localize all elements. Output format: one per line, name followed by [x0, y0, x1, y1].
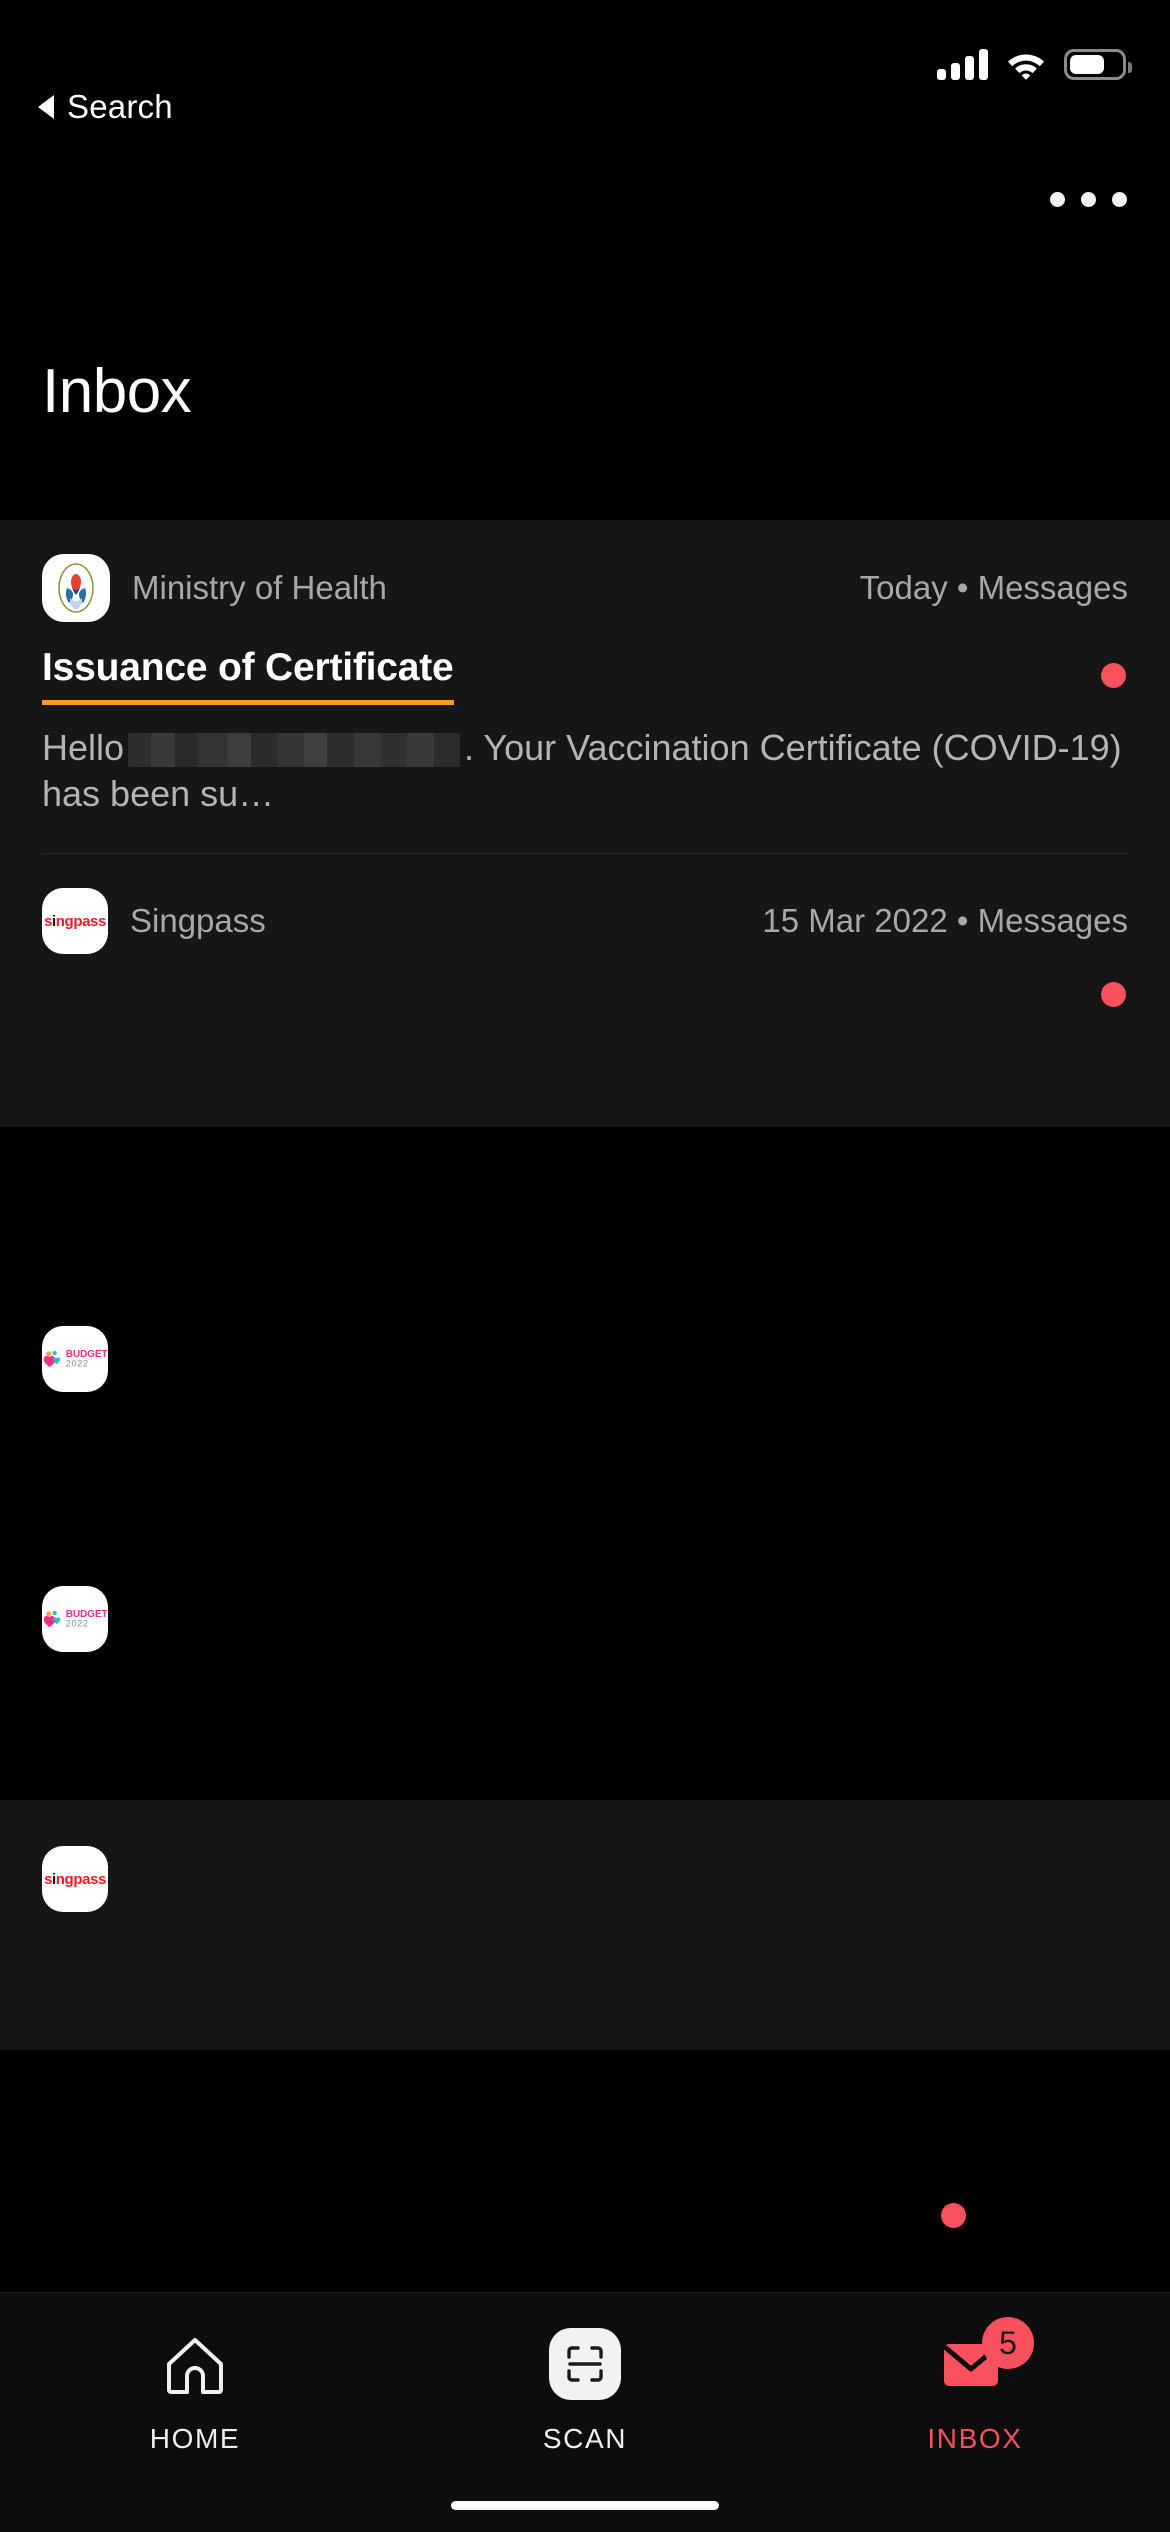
status-bar-indicators [937, 48, 1132, 80]
message-sender: Ministry of Health [42, 554, 387, 622]
back-triangle-icon [38, 95, 54, 119]
battery-icon [1064, 48, 1132, 80]
bottom-tab-bar: HOME SCAN 5 INBOX [0, 2203, 1170, 2532]
singpass-logo-text: singpass [44, 1870, 106, 1888]
tab-scan-label: SCAN [542, 2423, 628, 2454]
message-list-continued: BUDGET 2022 BUDGET 2022 singpass [0, 1280, 1170, 2050]
unread-indicator-dot [1101, 982, 1126, 1008]
list-item[interactable]: singpass [0, 1800, 1170, 2050]
back-link-label: Search [67, 88, 173, 125]
list-item[interactable]: BUDGET 2022 [0, 1280, 1170, 1540]
envelope-icon: 5 [940, 2203, 1034, 2403]
budget-hearts-icon [43, 1610, 61, 1627]
message-subject: Issuance of Certificate [42, 646, 454, 705]
budget-logo-line1: BUDGET [65, 1608, 108, 1620]
message-header: singpass Singpass 15 Mar 2022 • Messages [42, 854, 1128, 955]
preview-greeting: Hello [42, 727, 125, 768]
wifi-icon [1005, 49, 1047, 80]
home-icon [163, 2325, 227, 2403]
message-subject-row: Issuance of Certificate [42, 646, 1128, 705]
cellular-signal-icon [937, 48, 988, 80]
singpass-logo-text: singpass [44, 912, 106, 930]
message-subject-row [42, 954, 1128, 1127]
budget-2022-logo: BUDGET 2022 [42, 1586, 108, 1652]
message-list: Ministry of Health Today • Messages Issu… [0, 520, 1170, 1128]
tab-scan[interactable]: SCAN [390, 2325, 780, 2455]
tab-inbox-label: INBOX [927, 2423, 1023, 2454]
ministry-of-health-logo [42, 554, 110, 622]
back-to-search-link[interactable]: Search [38, 88, 173, 126]
budget-2022-logo: BUDGET 2022 [42, 1326, 108, 1392]
app-screen: Search Inbox Ministry of Health Today • … [0, 0, 1170, 2532]
tab-home[interactable]: HOME [0, 2325, 390, 2455]
unread-indicator-dot [1101, 663, 1126, 688]
singpass-logo: singpass [42, 888, 108, 955]
inbox-unread-dot [940, 2203, 966, 2228]
list-item[interactable]: singpass Singpass 15 Mar 2022 • Messages [0, 854, 1170, 1127]
tab-home-label: HOME [149, 2423, 241, 2454]
home-indicator[interactable] [451, 2501, 719, 2510]
message-sender: singpass Singpass [42, 888, 266, 955]
more-horizontal-icon[interactable] [1050, 192, 1127, 207]
redacted-name-block [128, 733, 461, 767]
tab-inbox[interactable]: 5 INBOX [780, 2203, 1170, 2455]
message-meta: Today • Messages [859, 569, 1128, 606]
budget-hearts-icon [43, 1350, 61, 1367]
message-meta: 15 Mar 2022 • Messages [762, 902, 1128, 940]
status-bar [0, 0, 1170, 105]
inbox-badge-count: 5 [981, 2317, 1034, 2369]
message-preview: Hello. Your Vaccination Certificate (COV… [42, 725, 1128, 853]
list-item[interactable]: Ministry of Health Today • Messages Issu… [0, 520, 1170, 855]
message-header: Ministry of Health Today • Messages [42, 520, 1128, 622]
message-sender-name: Ministry of Health [132, 569, 387, 606]
singpass-logo: singpass [42, 1846, 108, 1912]
scan-icon [548, 2325, 621, 2403]
budget-logo-line2: 2022 [65, 1358, 89, 1369]
list-item[interactable]: BUDGET 2022 [0, 1540, 1170, 1800]
budget-logo-line2: 2022 [65, 1618, 89, 1629]
budget-logo-line1: BUDGET [65, 1348, 108, 1360]
message-sender-name: Singpass [130, 902, 266, 940]
page-title: Inbox [42, 357, 192, 426]
